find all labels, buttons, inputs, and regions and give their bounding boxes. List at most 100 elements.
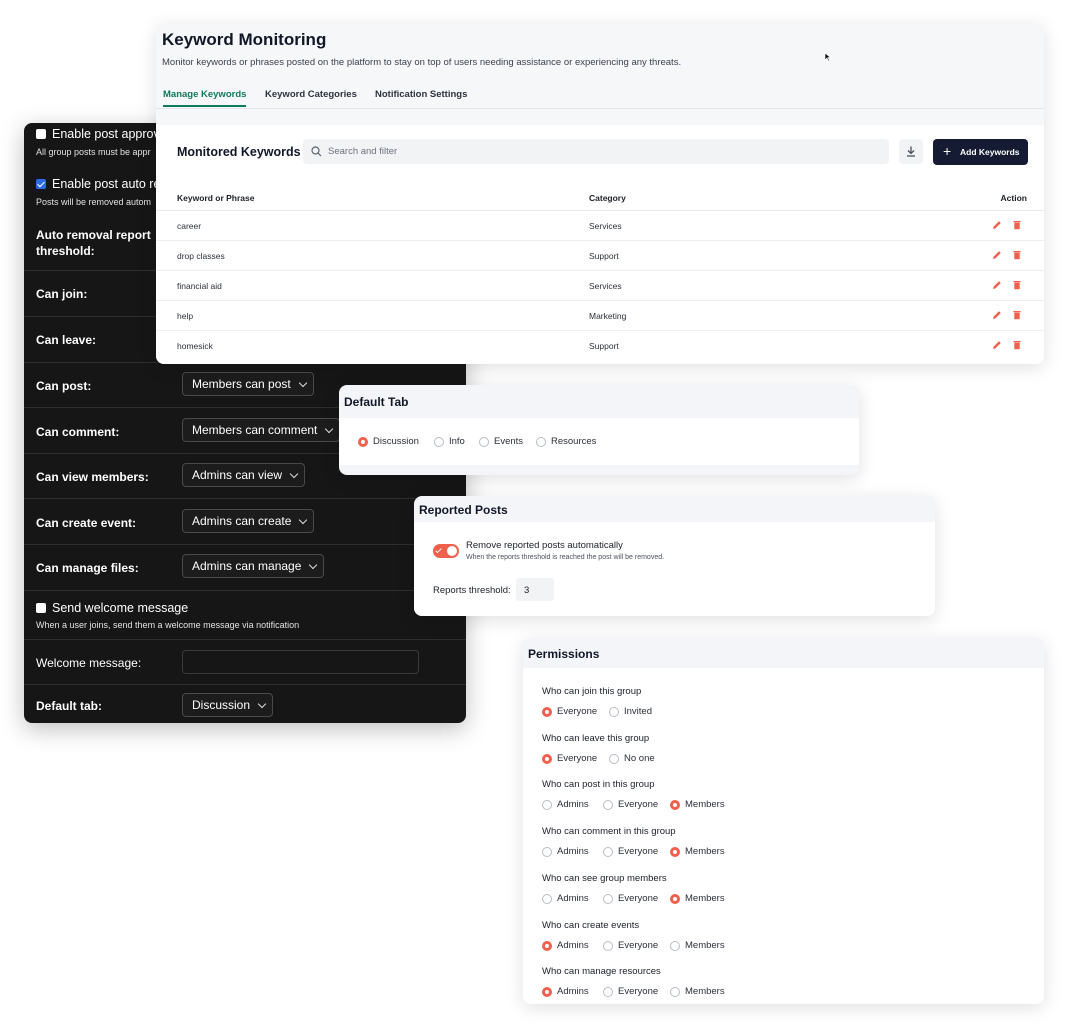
radio-comment-admins[interactable]: Admins [542,846,589,857]
radio-resources-members[interactable]: Members [670,986,725,997]
can-post-select[interactable]: Members can post [182,372,314,396]
radio-resources[interactable]: Resources [536,436,596,447]
radio-dot[interactable] [358,436,368,447]
radio-discussion[interactable]: Discussion [358,436,419,447]
default-tab-options: Discussion Info Events Resources [339,418,859,465]
radio-see-everyone[interactable]: Everyone [603,893,658,904]
download-button[interactable] [899,139,923,164]
radio-dot[interactable] [542,706,552,717]
tab-keyword-categories[interactable]: Keyword Categories [265,89,357,100]
can-create-event-select[interactable]: Admins can create [182,509,315,533]
can-manage-files-select[interactable]: Admins can manage [182,554,325,578]
table-row: help Marketing [156,301,1044,331]
welcome-checkbox[interactable] [36,603,46,613]
radio-dot[interactable] [542,940,552,951]
radio-events-everyone[interactable]: Everyone [603,940,658,951]
keyword-cell: homesick [177,341,213,351]
radio-dot[interactable] [670,893,680,904]
monitored-keywords-section: Monitored Keywords Search and filter + A… [156,125,1044,364]
radio-join-invited[interactable]: Invited [609,706,652,717]
radio-dot[interactable] [670,940,680,951]
radio-events[interactable]: Events [479,436,523,447]
reports-threshold-label: Reports threshold: [433,585,511,596]
radio-label: Invited [624,706,652,717]
radio-dot[interactable] [536,436,546,447]
radio-see-members[interactable]: Members [670,893,725,904]
radio-post-everyone[interactable]: Everyone [603,799,658,810]
welcome-message-input[interactable] [182,650,419,674]
radio-post-admins[interactable]: Admins [542,799,589,810]
radio-dot[interactable] [603,986,613,997]
delete-icon[interactable] [1011,279,1023,291]
can-comment-select[interactable]: Members can comment [182,418,341,442]
radio-dot[interactable] [670,799,680,810]
auto-removal-option[interactable]: Enable post auto rem [36,177,171,191]
add-keywords-button[interactable]: + Add Keywords [933,139,1028,165]
radio-comment-everyone[interactable]: Everyone [603,846,658,857]
edit-icon[interactable] [991,219,1003,231]
radio-dot[interactable] [542,846,552,857]
welcome-row: Send welcome message When a user joins, … [24,591,466,640]
edit-icon[interactable] [991,339,1003,351]
edit-icon[interactable] [991,279,1003,291]
download-icon [907,146,915,157]
radio-dot[interactable] [603,940,613,951]
radio-leave-everyone[interactable]: Everyone [542,753,597,764]
radio-resources-everyone[interactable]: Everyone [603,986,658,997]
reported-posts-title: Reported Posts [419,503,508,517]
tab-notification-settings[interactable]: Notification Settings [375,89,467,100]
delete-icon[interactable] [1011,339,1023,351]
radio-resources-admins[interactable]: Admins [542,986,589,997]
radio-dot[interactable] [542,799,552,810]
radio-dot[interactable] [609,706,619,717]
post-approval-option[interactable]: Enable post approval [36,127,169,141]
radio-label: Members [685,799,725,810]
can-view-members-select[interactable]: Admins can view [182,463,306,487]
auto-removal-checkbox[interactable] [36,179,46,189]
reported-posts-body: Remove reported posts automatically When… [414,522,935,616]
radio-dot[interactable] [670,846,680,857]
radio-events-members[interactable]: Members [670,940,725,951]
can-leave-label: Can leave: [36,333,97,347]
delete-icon[interactable] [1011,219,1023,231]
delete-icon[interactable] [1011,249,1023,261]
can-post-value: Members can post [192,377,291,391]
delete-icon[interactable] [1011,309,1023,321]
radio-post-members[interactable]: Members [670,799,725,810]
radio-dot[interactable] [542,753,552,764]
radio-dot[interactable] [542,986,552,997]
radio-dot[interactable] [434,436,444,447]
category-cell: Support [589,341,619,351]
post-approval-checkbox[interactable] [36,129,46,139]
radio-dot[interactable] [603,799,613,810]
radio-label: Members [685,986,725,997]
radio-dot[interactable] [609,753,619,764]
search-input[interactable]: Search and filter [303,139,889,164]
radio-info[interactable]: Info [434,436,465,447]
keyword-cell: financial aid [177,281,222,291]
edit-icon[interactable] [991,249,1003,261]
default-tab-select[interactable]: Discussion [182,693,274,717]
welcome-message-row: Welcome message: [24,640,466,685]
welcome-option[interactable]: Send welcome message [36,601,188,615]
radio-dot[interactable] [479,436,489,447]
radio-see-admins[interactable]: Admins [542,893,589,904]
permission-question: Who can manage resources [542,966,661,977]
tab-manage-keywords[interactable]: Manage Keywords [163,89,247,107]
radio-join-everyone[interactable]: Everyone [542,706,597,717]
chevron-down-icon [289,469,299,479]
radio-dot[interactable] [542,893,552,904]
default-tab-row: Default tab: Discussion [24,685,466,723]
radio-comment-members[interactable]: Members [670,846,725,857]
edit-icon[interactable] [991,309,1003,321]
default-tab-label: Default tab: [36,699,102,713]
radio-dot[interactable] [603,893,613,904]
radio-dot[interactable] [670,986,680,997]
radio-events-admins[interactable]: Admins [542,940,589,951]
radio-dot[interactable] [603,846,613,857]
radio-label: Members [685,846,725,857]
radio-label: Admins [557,846,589,857]
reports-threshold-input[interactable]: 3 [516,578,554,601]
radio-leave-no-one[interactable]: No one [609,753,655,764]
auto-remove-toggle[interactable] [433,544,459,558]
